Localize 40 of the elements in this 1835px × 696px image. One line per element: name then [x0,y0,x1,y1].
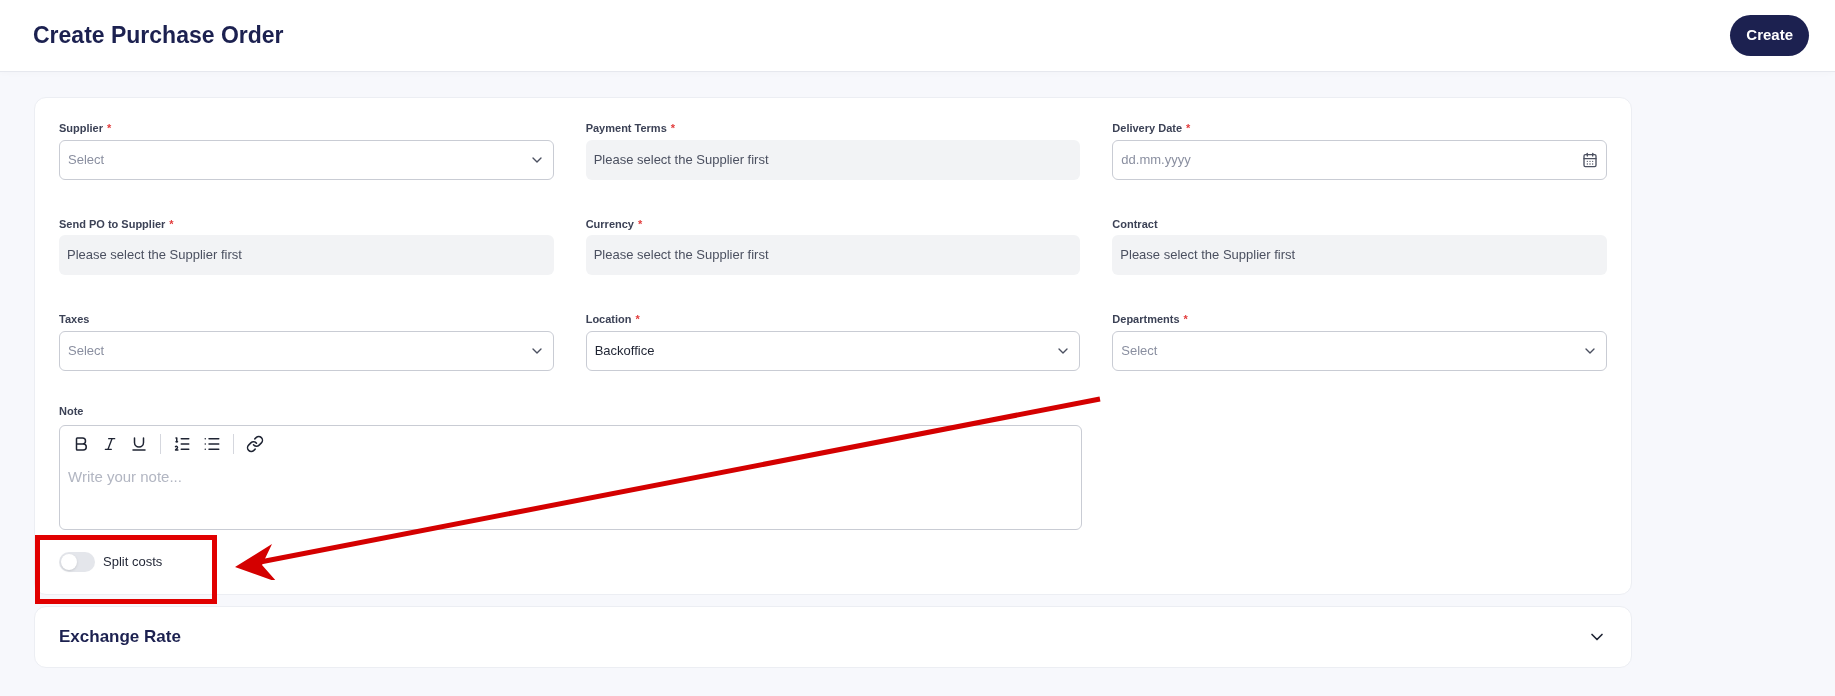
field-label: Location [585,312,632,327]
select-field[interactable]: Select [59,330,554,371]
field-label: Taxes [59,312,90,327]
underline-icon[interactable] [130,435,148,453]
required-mark: * [169,216,174,232]
required-mark: * [1183,312,1188,327]
section-title: Exchange Rate [59,626,181,649]
disabled-field: Please select the Supplier first [585,139,1081,180]
page-title: Create Purchase Order [33,21,284,51]
required-mark: * [670,121,676,136]
select-field[interactable]: Backoffice [585,330,1081,371]
calendar-icon [1582,151,1598,168]
required-mark: * [107,121,112,136]
select-field[interactable]: Select [59,139,554,180]
field-label: Supplier [59,121,103,136]
field-label: Departments [1112,312,1180,327]
link-icon[interactable] [246,435,264,453]
required-mark: * [1186,121,1191,136]
field-label: Note [59,403,85,419]
disabled-field: Please select the Supplier first [585,235,1081,275]
required-mark: * [637,216,643,232]
toggle-switch[interactable] [59,552,95,572]
field-label: Contract [1112,216,1158,232]
disabled-field: Please select the Supplier first [1112,235,1607,275]
field-label: Payment Terms [585,121,667,136]
field-label: Currency [585,216,634,232]
toggle-label: Split costs [103,553,163,572]
select-field[interactable]: Select [1112,330,1607,371]
date-field[interactable]: dd.mm.yyyy [1112,139,1607,180]
note-placeholder: Write your note... [67,467,183,487]
italic-icon[interactable] [102,436,118,452]
disabled-field: Please select the Supplier first [59,235,554,275]
field-label: Send PO to Supplier [59,216,166,232]
note-editor[interactable]: Write your note... [59,425,1082,530]
required-mark: * [635,312,640,327]
numbered-list-icon[interactable] [173,435,191,453]
bullet-list-icon[interactable] [203,435,221,453]
field-label: Delivery Date [1112,121,1183,136]
create-button[interactable]: Create [1730,15,1809,56]
accordion-header[interactable]: Exchange Rate [34,606,1632,668]
